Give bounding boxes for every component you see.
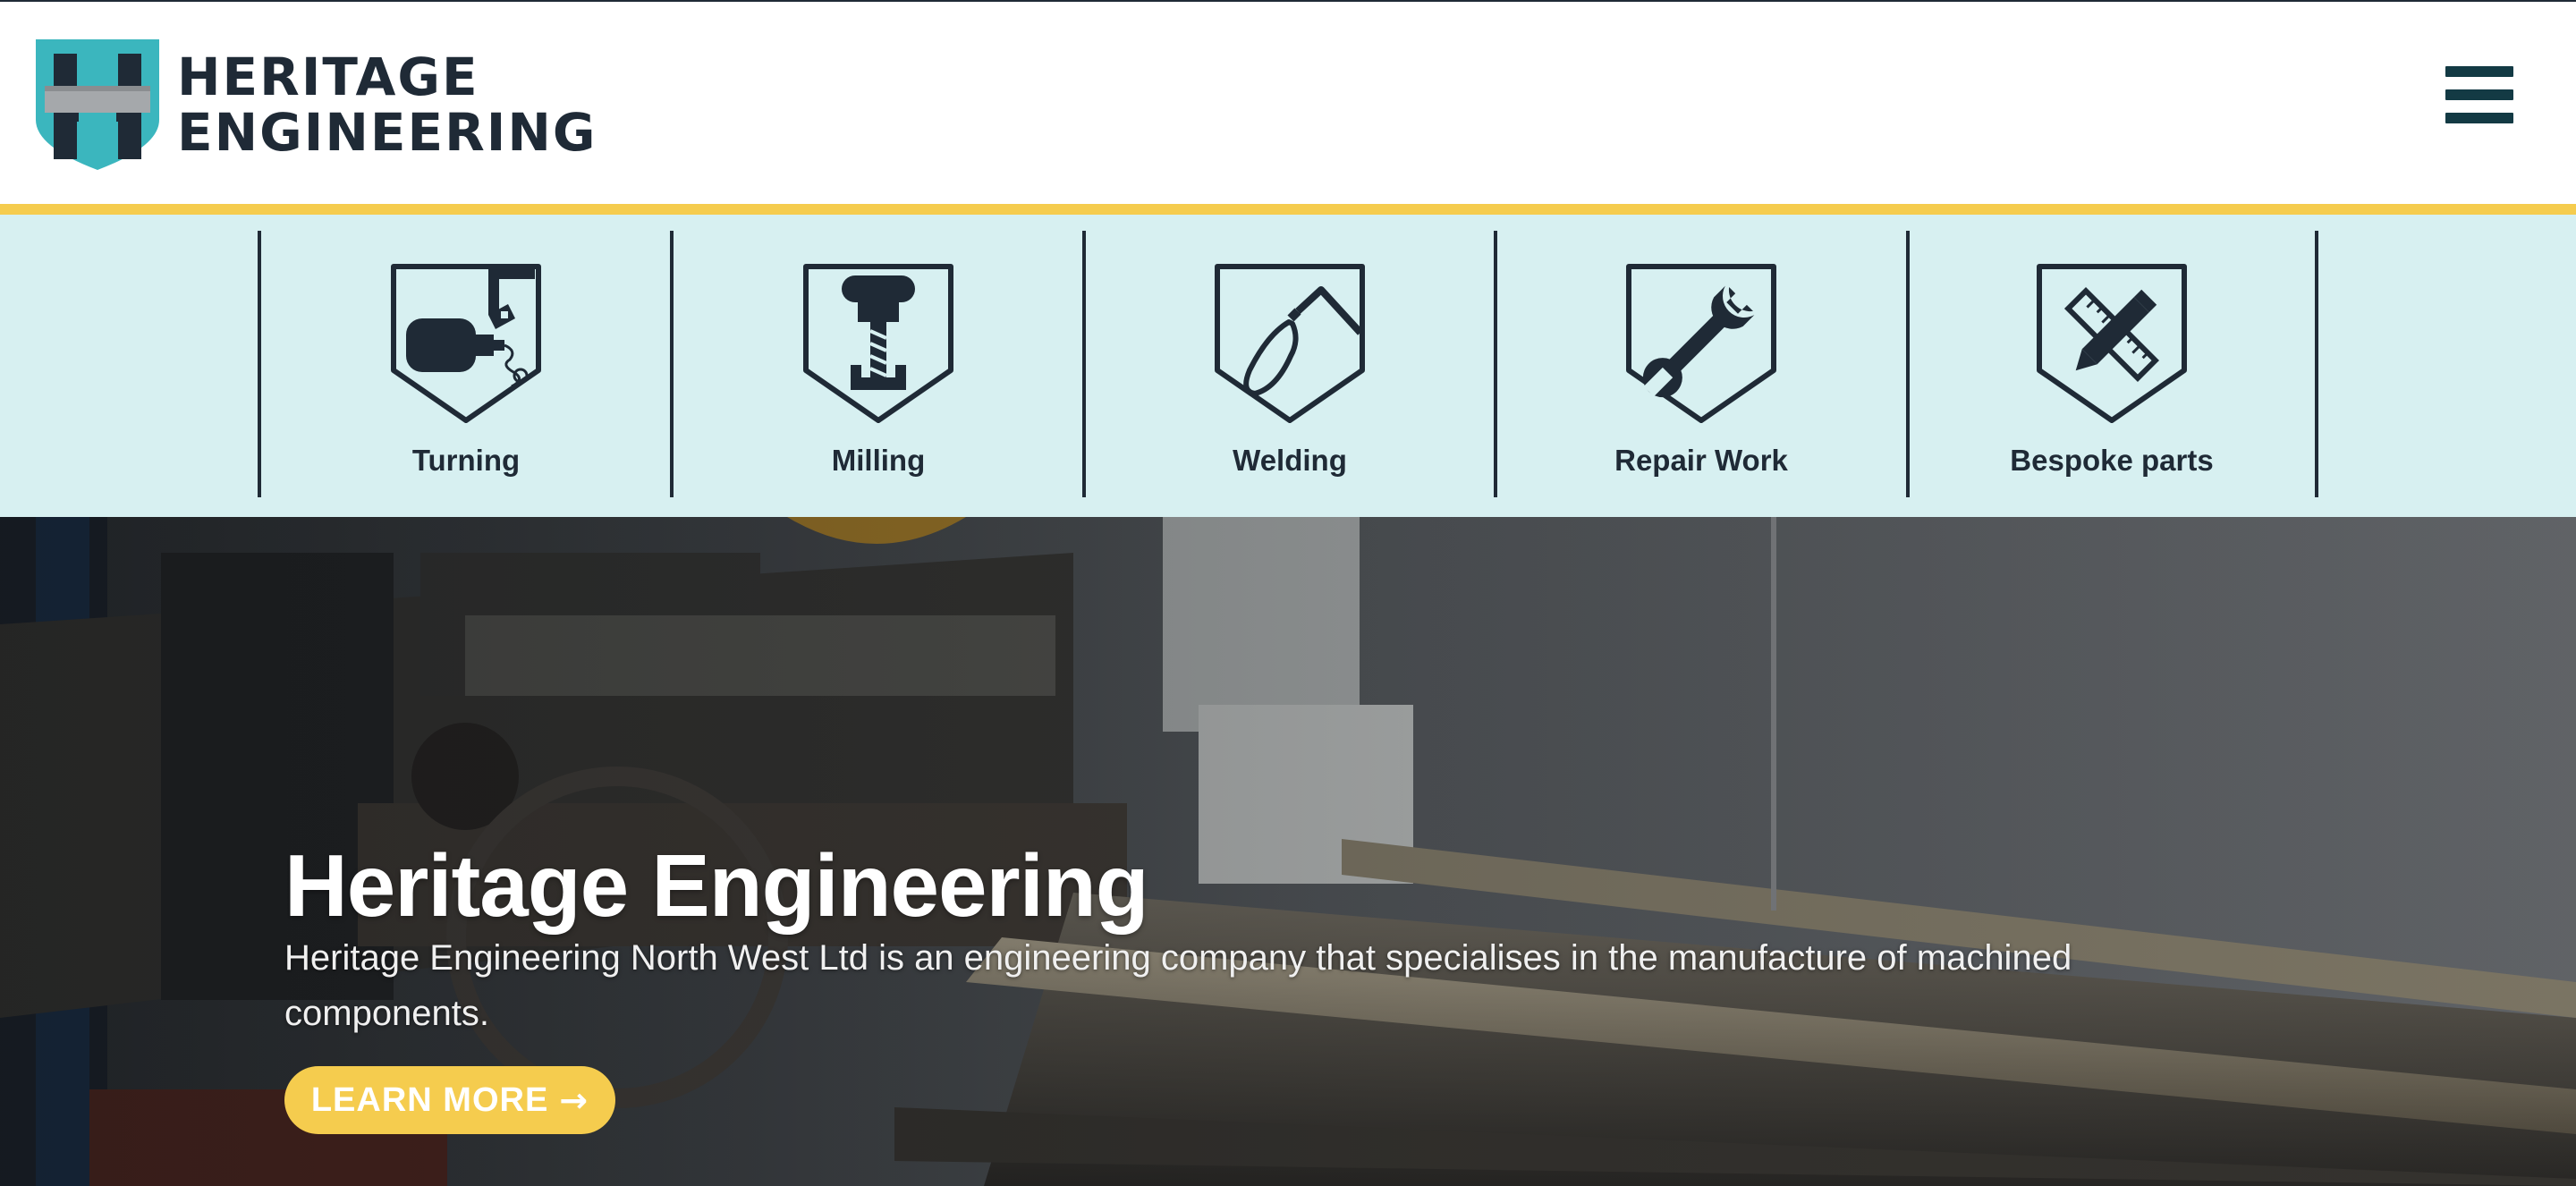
brand-name-line1: HERITAGE bbox=[177, 47, 479, 107]
service-label: Milling bbox=[831, 444, 926, 477]
learn-more-label: LEARN MORE bbox=[310, 1080, 549, 1119]
site-logo[interactable]: HERITAGE ENGINEERING bbox=[34, 38, 597, 172]
brand-name-line2: ENGINEERING bbox=[177, 102, 597, 163]
brand-name: HERITAGE ENGINEERING bbox=[177, 49, 597, 160]
hero-description: Heritage Engineering North West Ltd is a… bbox=[284, 938, 2072, 1033]
service-label: Repair Work bbox=[1614, 444, 1788, 477]
page: HERITAGE ENGINEERING Turning Milling Wel… bbox=[0, 0, 2576, 1186]
service-label: Welding bbox=[1233, 444, 1347, 477]
h-shield-logo-icon bbox=[36, 39, 159, 170]
site-header: HERITAGE ENGINEERING bbox=[0, 0, 2576, 204]
hero-title: Heritage Engineering bbox=[284, 836, 1149, 935]
service-turning[interactable]: Turning bbox=[260, 231, 672, 497]
milling-tool-icon bbox=[803, 264, 953, 423]
learn-more-button[interactable]: LEARN MORE → bbox=[284, 1066, 615, 1134]
service-milling[interactable]: Milling bbox=[673, 231, 1084, 497]
service-repair-work[interactable]: Repair Work bbox=[1496, 231, 1907, 497]
arrow-right-icon: → bbox=[559, 1080, 589, 1120]
service-label: Turning bbox=[411, 444, 521, 477]
hamburger-menu-icon[interactable] bbox=[2445, 66, 2513, 123]
welding-torch-icon bbox=[1215, 264, 1365, 423]
services-strip: Turning Milling Welding Repair Work Besp… bbox=[0, 215, 2576, 517]
service-label: Bespoke parts bbox=[2010, 444, 2214, 477]
service-welding[interactable]: Welding bbox=[1084, 231, 1496, 497]
header-accent-bar bbox=[0, 204, 2576, 215]
service-bespoke-parts[interactable]: Bespoke parts bbox=[1906, 231, 2318, 497]
lathe-turning-icon bbox=[391, 264, 541, 423]
wrench-icon bbox=[1626, 264, 1776, 423]
hero-section: Heritage Engineering Heritage Engineerin… bbox=[0, 517, 2576, 1186]
ruler-pencil-icon bbox=[2037, 264, 2187, 423]
